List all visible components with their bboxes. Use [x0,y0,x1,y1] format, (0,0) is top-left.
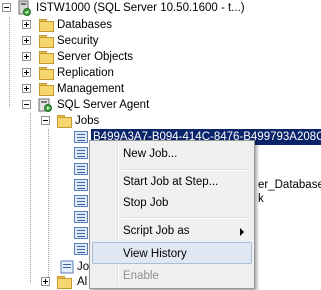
tree-node-label: SQL Server Agent [57,99,150,111]
expand-icon[interactable] [41,277,50,286]
expand-icon[interactable] [22,52,31,61]
job-icon[interactable] [74,211,88,223]
folder-icon [38,18,54,32]
tree-guide [30,113,32,283]
collapse-icon[interactable] [2,3,11,12]
menu-item-label: Stop Job [123,197,169,209]
tree-node-label: Jobs [75,115,100,127]
context-menu: New Job... Start Job at Step... Stop Job… [89,140,255,289]
tree-guide [48,129,50,279]
tree-node-label: Security [57,35,99,47]
folder-open-icon [56,114,72,128]
folder-icon [38,50,54,64]
server-label: ISTW1000 (SQL Server 10.50.1600 - t...) [36,2,245,14]
menu-item-label: Script Job as [123,225,190,237]
submenu-arrow-icon [240,228,244,236]
sql-agent-icon [38,98,52,112]
tree-node-label: Jo [77,261,90,273]
folder-icon [56,275,72,289]
menu-item-script-job-as[interactable]: Script Job as [92,220,252,242]
menu-item-enable[interactable]: Enable [92,265,252,287]
expand-icon[interactable] [22,36,31,45]
menu-item-stop-job[interactable]: Stop Job [92,192,252,214]
tree-node-label: Databases [57,19,112,31]
menu-item-label: Enable [123,270,159,282]
expand-icon[interactable] [22,84,31,93]
menu-item-label: View History [123,248,187,260]
folder-icon [38,34,54,48]
folder-icon [38,82,54,96]
collapse-icon[interactable] [22,100,31,109]
job-icon[interactable] [74,195,88,207]
server-icon [18,0,31,16]
menu-item-label: Start Job at Step... [123,176,219,188]
job-icon [74,131,88,143]
menu-item-new-job[interactable]: New Job... [92,143,252,165]
job-icon[interactable] [74,147,88,159]
menu-item-start-job-at-step[interactable]: Start Job at Step... [92,171,252,193]
expand-icon[interactable] [22,68,31,77]
job-icon[interactable] [74,227,88,239]
job-icon[interactable] [74,163,88,175]
tree-node-label: Management [57,83,125,95]
tree-node-label: Replication [57,67,114,79]
tree-guide [9,17,11,107]
partial-text-ellipsis: k [258,193,264,205]
menu-item-view-history[interactable]: View History [92,242,252,264]
expand-icon[interactable] [22,20,31,29]
menu-item-label: New Job... [123,148,178,160]
menu-separator [121,217,251,219]
tree-node-label: Server Objects [57,51,134,63]
job-icon[interactable] [74,179,88,191]
partial-job-label: er_Database [258,179,321,191]
collapse-icon[interactable] [41,116,50,125]
job-activity-icon [60,260,74,274]
tree-node-label: Al [77,276,88,288]
job-icon[interactable] [74,243,88,255]
folder-icon [38,66,54,80]
